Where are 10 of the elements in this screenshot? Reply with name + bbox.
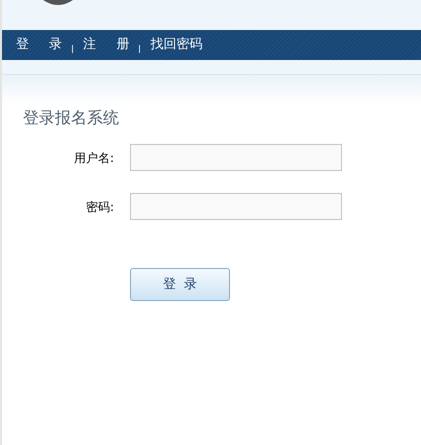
field-label: 用户名: xyxy=(72,150,115,166)
input-field[interactable] xyxy=(130,193,342,220)
nav-link[interactable]: 登 录 xyxy=(14,35,64,55)
nav-link[interactable]: 找回密码 xyxy=(148,35,204,55)
logo-icon xyxy=(42,0,74,6)
page-title: 登录报名系统 xyxy=(23,108,120,128)
input-field[interactable] xyxy=(130,144,342,171)
login-button[interactable]: 登 录 xyxy=(130,268,230,301)
nav-link[interactable]: 注 册 xyxy=(81,35,132,55)
field-label: 密码: xyxy=(84,198,115,216)
